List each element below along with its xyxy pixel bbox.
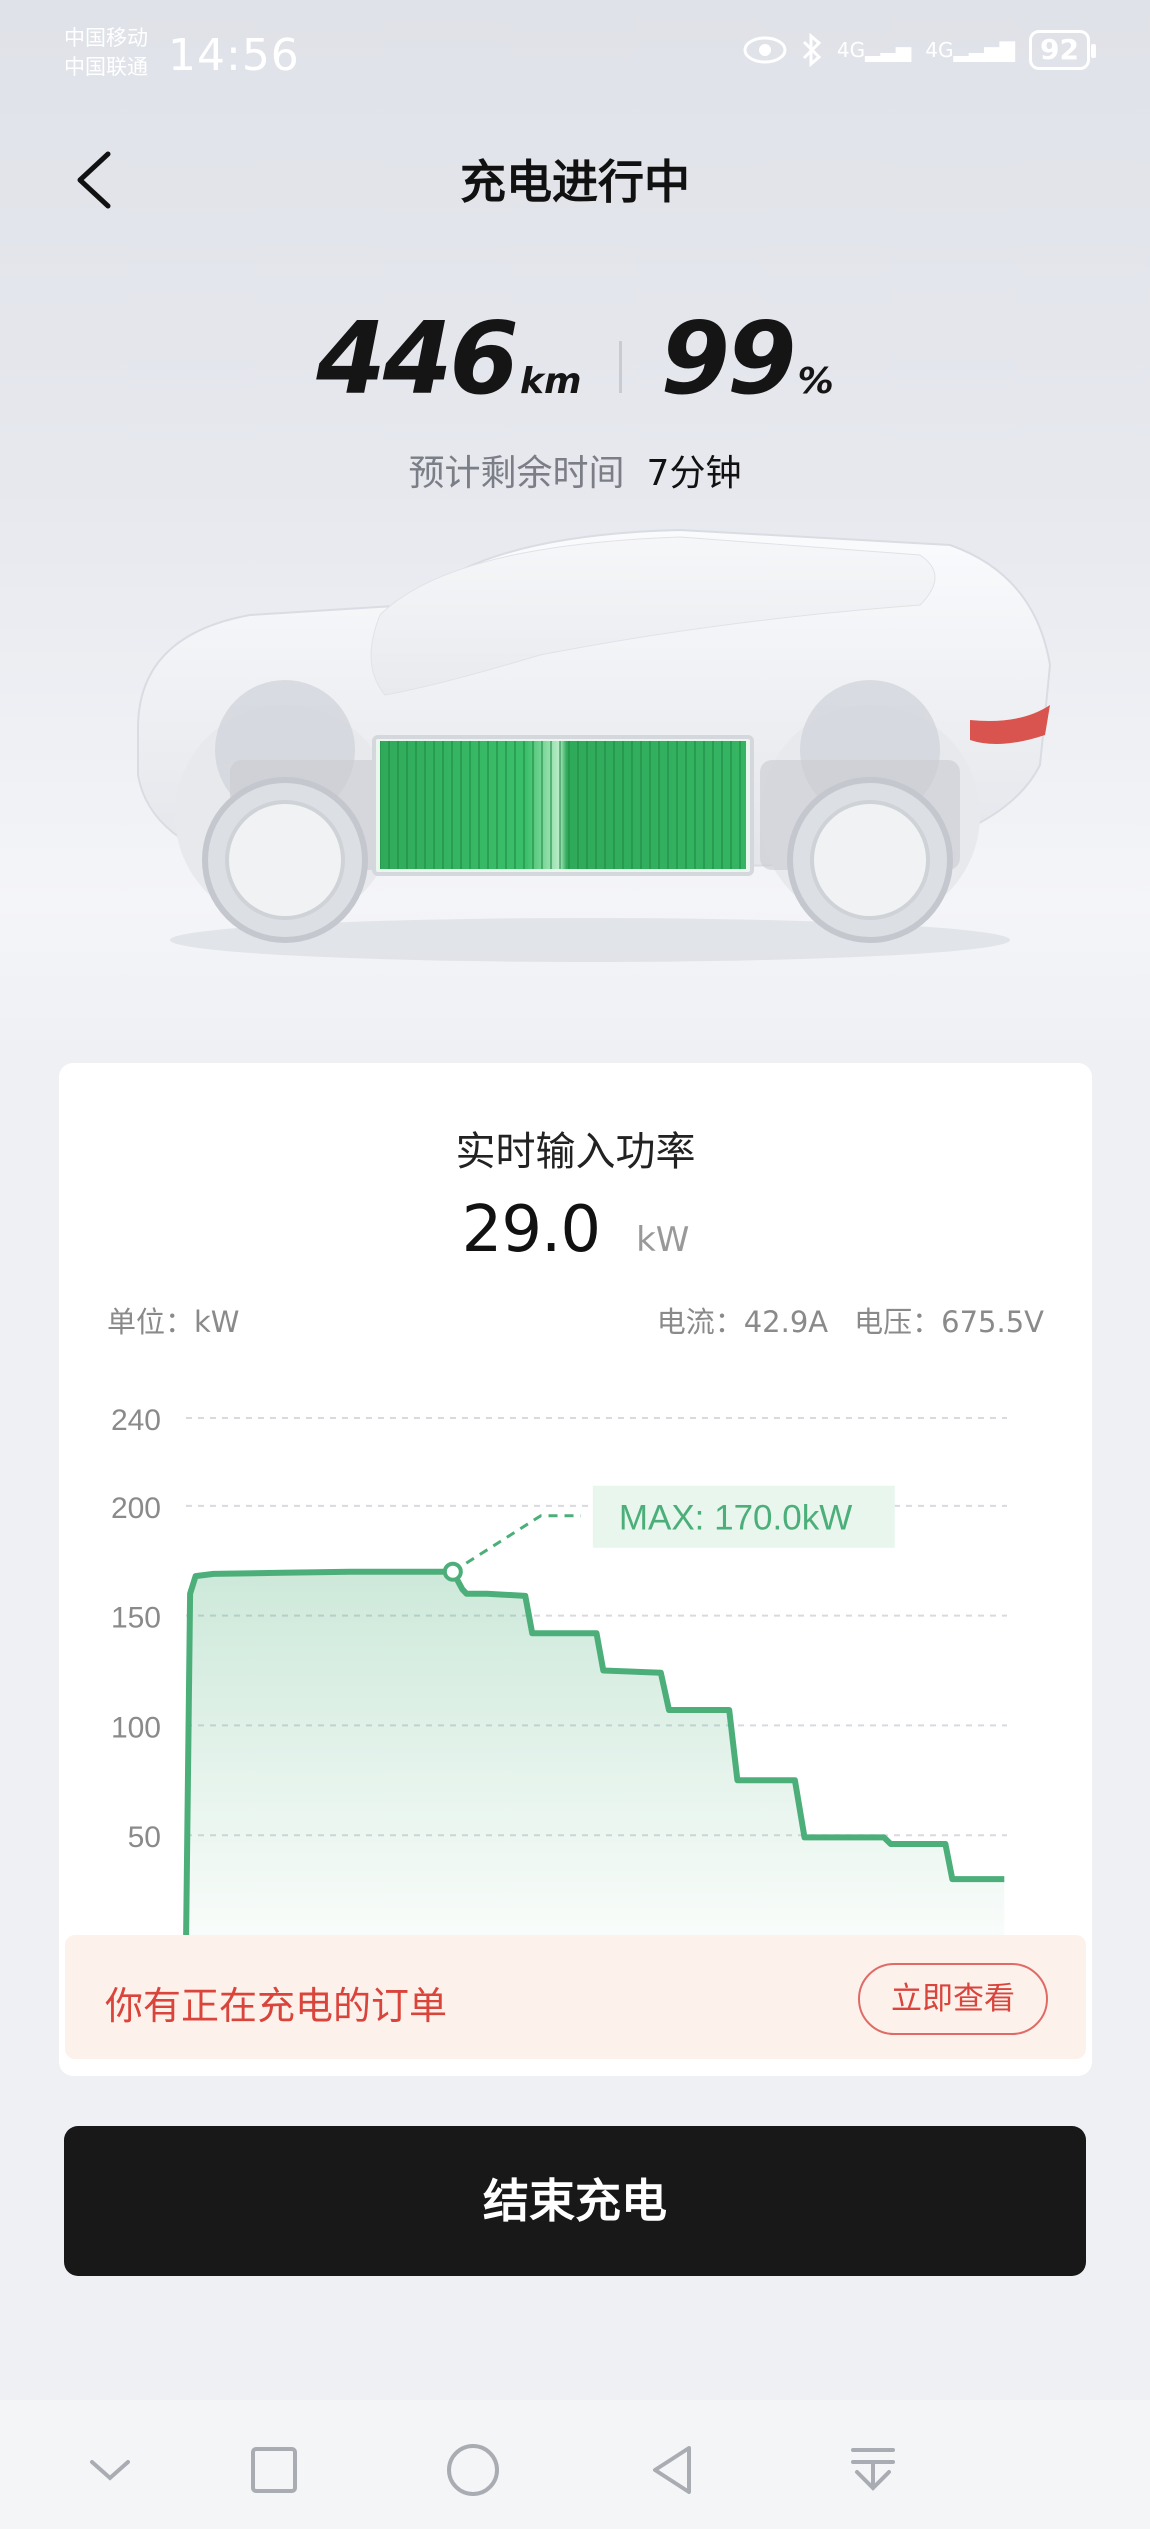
y-tick-label: 50	[128, 1821, 161, 1854]
charge-stats: 446 km 99 %	[0, 300, 1150, 417]
power-card: 实时输入功率 29.0kW 单位：kW 电流：42.9A电压：675.5V 05…	[59, 1063, 1092, 2076]
soc-unit: %	[797, 361, 834, 402]
page-title: 充电进行中	[460, 155, 690, 209]
y-tick-label: 150	[111, 1602, 161, 1635]
status-time: 14:56	[168, 30, 300, 81]
chevron-down-icon[interactable]	[80, 2440, 140, 2500]
eye-icon	[743, 36, 787, 64]
power-unit: kW	[636, 1220, 690, 1260]
car-battery-illustration	[137, 528, 1052, 962]
banner-text: 你有正在充电的订单	[105, 1984, 448, 2028]
range-unit: km	[520, 361, 582, 402]
carrier-info: 中国移动 中国联通	[64, 24, 148, 82]
max-leader-line	[452, 1514, 581, 1573]
soc-value: 99	[660, 300, 796, 417]
range-value: 446	[316, 300, 519, 417]
remaining-time: 预计剩余时间 7分钟	[0, 444, 1150, 496]
y-axis-ticks: 050100150200240	[111, 1404, 161, 1964]
home-circle-icon[interactable]	[443, 2440, 503, 2500]
y-tick-label: 100	[111, 1711, 161, 1744]
y-tick-label: 240	[111, 1404, 161, 1437]
signal-2-icon: 4G▂▃▅▇	[925, 38, 1016, 62]
max-label: MAX: 170.0kW	[619, 1499, 852, 1538]
stats-divider	[619, 340, 623, 393]
power-chart: 050100150200240 405060708090100 MAX: 170…	[111, 1404, 1007, 1964]
max-point-marker	[442, 1561, 463, 1582]
eta-label: 预计剩余时间	[408, 453, 625, 494]
back-triangle-icon[interactable]	[643, 2440, 703, 2500]
power-readout: 29.0 kW	[59, 1193, 1092, 1267]
carrier-2: 中国联通	[64, 55, 148, 79]
carrier-1: 中国移动	[64, 26, 148, 50]
recents-square-icon[interactable]	[244, 2440, 304, 2500]
battery-indicator: 92	[1029, 30, 1096, 70]
y-tick-label: 200	[111, 1492, 161, 1525]
view-now-button[interactable]: 立即查看	[858, 1963, 1048, 2035]
order-banner: 你有正在充电的订单 立即查看	[65, 1935, 1086, 2059]
system-nav-bar	[0, 2400, 1150, 2529]
signal-1-icon: 4G▂▃▅	[836, 38, 912, 62]
power-area	[186, 1571, 1005, 1945]
bluetooth-icon	[802, 33, 822, 67]
eta-value: 7分钟	[646, 453, 742, 494]
end-charging-button[interactable]: 结束充电	[64, 2126, 1086, 2276]
power-value: 29.0	[461, 1193, 601, 1267]
card-title: 实时输入功率	[455, 1129, 696, 1175]
system-icons: 4G▂▃▅ 4G▂▃▅▇ 92	[743, 30, 1096, 70]
pulldown-icon[interactable]	[843, 2440, 903, 2500]
